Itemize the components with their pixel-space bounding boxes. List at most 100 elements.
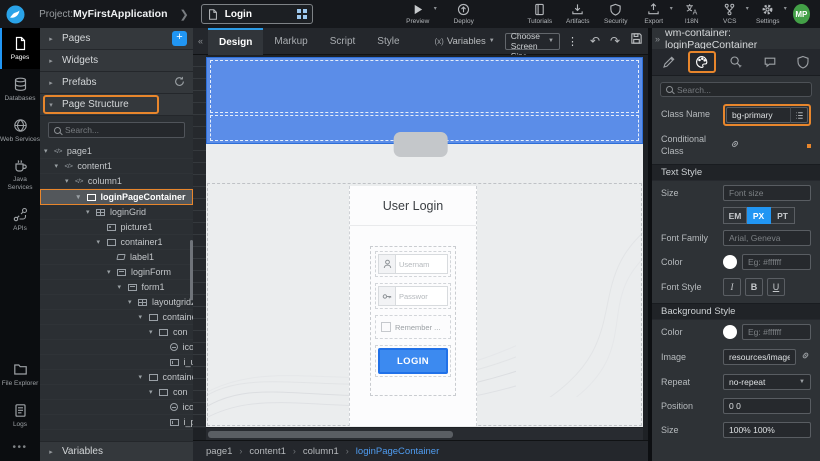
chevron-down-icon[interactable]: ▾ [784, 5, 787, 12]
tab-design[interactable]: Design [208, 28, 263, 55]
unit-px-button[interactable]: PX [747, 207, 771, 224]
tree-item-content1[interactable]: content1 [40, 159, 193, 174]
section-page-structure[interactable]: ▾ Page Structure [40, 94, 193, 116]
tree-item-container[interactable]: container [40, 370, 193, 385]
rail-item-java-services[interactable]: Java Services [0, 150, 40, 199]
chevron-down-icon[interactable] [65, 177, 75, 185]
bind-icon[interactable] [729, 137, 741, 155]
tree-item-page1[interactable]: page1 [40, 144, 193, 159]
tree-item-picture1[interactable]: picture1 [40, 220, 193, 235]
rail-item-logs[interactable]: Logs [0, 395, 40, 436]
chevron-down-icon[interactable]: ▾ [434, 5, 437, 12]
undo-icon[interactable]: ↶ [590, 35, 600, 47]
breadcrumb-column1[interactable]: column1 [303, 446, 339, 457]
bold-button[interactable]: B [745, 278, 763, 296]
tree-item-container[interactable]: con [40, 325, 193, 340]
tree-item-column1[interactable]: column1 [40, 174, 193, 189]
section-widgets[interactable]: ▸ Widgets [40, 50, 193, 72]
background-size-input[interactable] [723, 422, 811, 438]
tree-item-loginForm[interactable]: loginForm [40, 265, 193, 280]
italic-button[interactable]: I [723, 278, 741, 296]
repeat-select[interactable]: no-repeat ▼ [723, 374, 811, 390]
screen-size-select[interactable]: -- Choose Screen Size -- ▼ [505, 33, 560, 50]
deploy-button[interactable]: Deploy [445, 0, 483, 28]
password-input[interactable] [396, 286, 448, 306]
tutorials-button[interactable]: Tutorials [521, 0, 559, 28]
redo-icon[interactable]: ↷ [610, 35, 620, 47]
chevron-down-icon[interactable] [55, 162, 65, 170]
text-color-input[interactable] [742, 254, 811, 270]
refresh-icon[interactable] [174, 76, 185, 90]
unit-pt-button[interactable]: PT [771, 207, 795, 224]
chevron-down-icon[interactable] [149, 328, 159, 336]
font-family-input[interactable] [723, 230, 811, 246]
tree-item-loginPageContainer[interactable]: loginPageContainer [40, 189, 193, 205]
properties-search[interactable] [660, 82, 812, 97]
bind-icon[interactable] [800, 348, 811, 366]
background-image-input[interactable] [723, 349, 796, 365]
save-icon[interactable] [630, 32, 643, 50]
rail-item-web-services[interactable]: Web Services [0, 110, 40, 151]
remember-checkbox[interactable] [381, 322, 391, 332]
grid-icon[interactable] [297, 9, 307, 19]
chevron-down-icon[interactable] [86, 208, 96, 216]
chevron-down-icon[interactable] [77, 193, 87, 201]
login-page-container-selected[interactable] [206, 57, 643, 144]
artifacts-button[interactable]: Artifacts [559, 0, 597, 28]
tree-item-icon[interactable]: ico [40, 400, 193, 415]
chevron-down-icon[interactable] [107, 268, 117, 276]
horizontal-scrollbar[interactable] [206, 428, 643, 440]
tab-events[interactable] [719, 49, 753, 76]
username-row[interactable] [375, 251, 451, 277]
login-button[interactable]: LOGIN [378, 348, 448, 374]
breadcrumb-content1[interactable]: content1 [249, 446, 285, 457]
tab-comments[interactable] [753, 49, 787, 76]
tree-item-label1[interactable]: label1 [40, 250, 193, 265]
tree-item-container[interactable]: con [40, 385, 193, 400]
login-panel[interactable]: User Login Remember ... [349, 186, 477, 426]
tree-item-icon[interactable]: ico [40, 340, 193, 355]
settings-button[interactable]: Settings ▾ [749, 0, 787, 28]
chevron-down-icon[interactable] [139, 313, 149, 321]
export-button[interactable]: Export ▾ [635, 0, 673, 28]
section-variables[interactable]: ▸ Variables [40, 441, 193, 461]
breadcrumb-page1[interactable]: page1 [206, 446, 232, 457]
remember-me-row[interactable]: Remember ... [375, 315, 451, 339]
username-input[interactable] [396, 254, 448, 274]
security-button[interactable]: Security [597, 0, 635, 28]
class-name-input[interactable] [726, 107, 790, 123]
tree-search-input[interactable] [65, 125, 179, 135]
breadcrumb-loginPageContainer[interactable]: loginPageContainer [356, 446, 439, 457]
color-swatch[interactable] [723, 325, 737, 339]
section-pages[interactable]: ▸ Pages + [40, 28, 193, 50]
scrollbar-thumb[interactable] [208, 431, 453, 438]
rail-item-file-explorer[interactable]: File Explorer [0, 354, 40, 395]
background-color-input[interactable] [742, 324, 811, 340]
chevron-down-icon[interactable] [139, 373, 149, 381]
i18n-button[interactable]: A I18N [673, 0, 711, 28]
app-logo[interactable] [0, 0, 31, 28]
section-prefabs[interactable]: ▸ Prefabs [40, 72, 193, 94]
password-row[interactable] [375, 283, 451, 309]
tree-item-container1[interactable]: container1 [40, 235, 193, 250]
chevron-down-icon[interactable] [149, 388, 159, 396]
unit-em-button[interactable]: EM [723, 207, 747, 224]
tree-search[interactable] [48, 122, 185, 138]
rail-item-databases[interactable]: Databases [0, 69, 40, 110]
add-page-button[interactable]: + [172, 31, 187, 46]
underline-button[interactable]: U [767, 278, 785, 296]
collapse-left-panel-icon[interactable]: « [198, 36, 203, 46]
more-menu-icon[interactable]: ⋮ [567, 35, 578, 48]
background-position-input[interactable] [723, 398, 811, 414]
header-widget-outline[interactable] [210, 60, 639, 113]
chevron-down-icon[interactable] [97, 238, 107, 246]
tab-styles[interactable] [686, 49, 720, 76]
login-form[interactable]: Remember ... LOGIN [370, 246, 456, 396]
variables-button[interactable]: (x) Variables ▼ [435, 36, 495, 47]
more-options-icon[interactable]: ••• [0, 436, 40, 461]
chevron-down-icon[interactable] [128, 298, 138, 306]
rail-item-pages[interactable]: Pages [0, 28, 40, 69]
color-swatch[interactable] [723, 255, 737, 269]
tab-security[interactable] [786, 49, 820, 76]
tree-item-container[interactable]: container [40, 310, 193, 325]
